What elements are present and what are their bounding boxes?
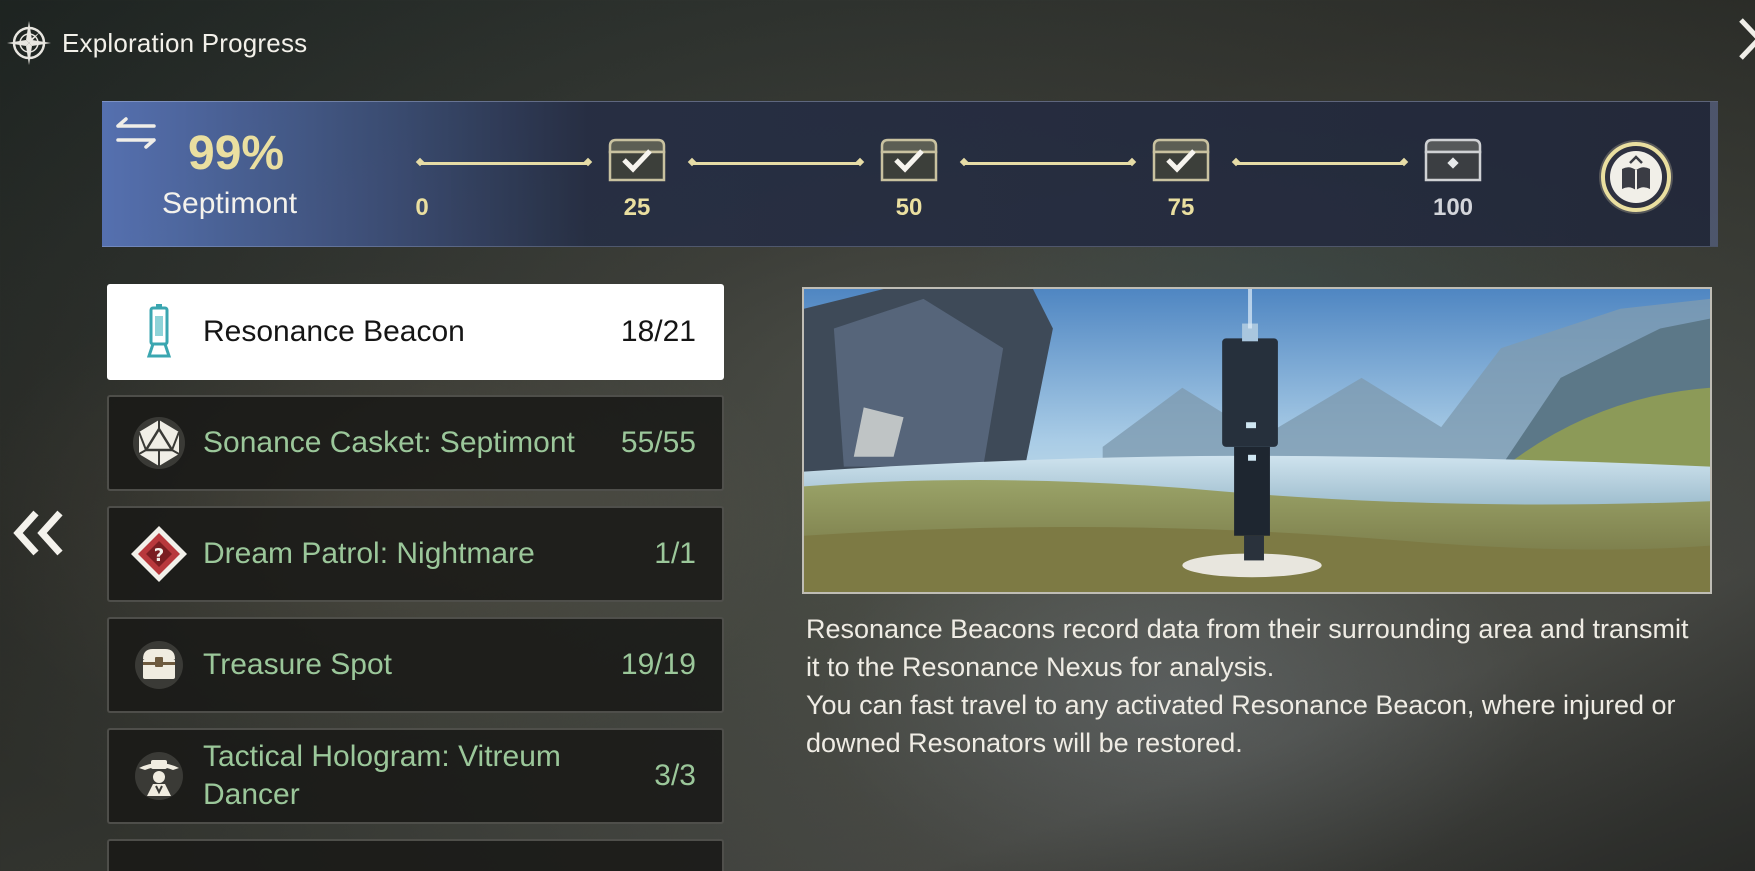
- svg-text:?: ?: [154, 545, 164, 566]
- progress-track-segment: [692, 162, 860, 165]
- category-count: 3/3: [654, 759, 696, 792]
- category-label: Treasure Spot: [203, 648, 392, 681]
- category-count: 19/19: [620, 648, 696, 681]
- category-label: Sonance Casket: Septimont: [203, 426, 575, 459]
- category-item-treasure-spot[interactable]: Treasure Spot 19/19: [107, 617, 724, 713]
- category-count: 1/1: [654, 537, 696, 570]
- compass-icon: [7, 21, 51, 65]
- progress-track-segment: [964, 162, 1132, 165]
- category-label: Tactical Hologram: Vitreum Dancer: [203, 740, 561, 811]
- claimed-reward-chest-icon[interactable]: [1148, 136, 1214, 184]
- category-item-sonance-casket[interactable]: Sonance Casket: Septimont 55/55: [107, 395, 724, 491]
- locked-reward-chest-icon[interactable]: [1420, 136, 1486, 184]
- category-item-partial[interactable]: [107, 839, 724, 871]
- exploration-progress-bar: 99% Septimont 0 25 50 75 100: [102, 101, 1718, 247]
- milestone-label-25: 25: [623, 194, 651, 221]
- category-description: Resonance Beacons record data from their…: [806, 610, 1706, 762]
- category-label: Resonance Beacon: [203, 315, 465, 348]
- description-line: Resonance Beacons record data from their…: [806, 614, 1689, 682]
- category-label: Dream Patrol: Nightmare: [203, 537, 535, 570]
- hologram-dancer-icon: [135, 752, 183, 800]
- progress-track-segment: [420, 162, 588, 165]
- milestone-label-100: 100: [1432, 194, 1474, 221]
- treasure-chest-icon: [135, 641, 183, 689]
- exploration-percent: 99%: [188, 127, 285, 180]
- close-icon[interactable]: [1731, 14, 1755, 64]
- milestone-label-50: 50: [895, 194, 923, 221]
- double-chevron-left-icon[interactable]: [10, 505, 66, 561]
- d20-icon: [133, 417, 185, 469]
- progress-track-segment: [1236, 162, 1404, 165]
- dream-patrol-icon: ?: [131, 526, 187, 582]
- beacon-icon: [146, 304, 172, 358]
- category-count: 18/21: [620, 315, 696, 348]
- description-line: You can fast travel to any activated Res…: [806, 690, 1676, 758]
- exploration-guide-book-icon[interactable]: [1596, 137, 1676, 217]
- category-count: 55/55: [620, 426, 696, 459]
- resonance-beacon-landscape: [804, 289, 1710, 592]
- category-preview-image: [802, 287, 1712, 594]
- category-item-dream-patrol[interactable]: ? Dream Patrol: Nightmare 1/1: [107, 506, 724, 602]
- region-name: Septimont: [162, 187, 298, 220]
- page-title: Exploration Progress: [62, 27, 308, 58]
- claimed-reward-chest-icon[interactable]: [604, 136, 670, 184]
- switch-region-icon[interactable]: [114, 116, 158, 150]
- milestone-label-75: 75: [1167, 194, 1195, 221]
- milestone-label-0: 0: [415, 194, 429, 221]
- category-item-tactical-hologram[interactable]: Tactical Hologram: Vitreum Dancer 3/3: [107, 728, 724, 824]
- header: Exploration Progress: [4, 18, 307, 68]
- claimed-reward-chest-icon[interactable]: [876, 136, 942, 184]
- category-item-resonance-beacon[interactable]: Resonance Beacon 18/21: [107, 284, 724, 380]
- category-list: Resonance Beacon 18/21 Sonance Casket: S…: [107, 284, 724, 871]
